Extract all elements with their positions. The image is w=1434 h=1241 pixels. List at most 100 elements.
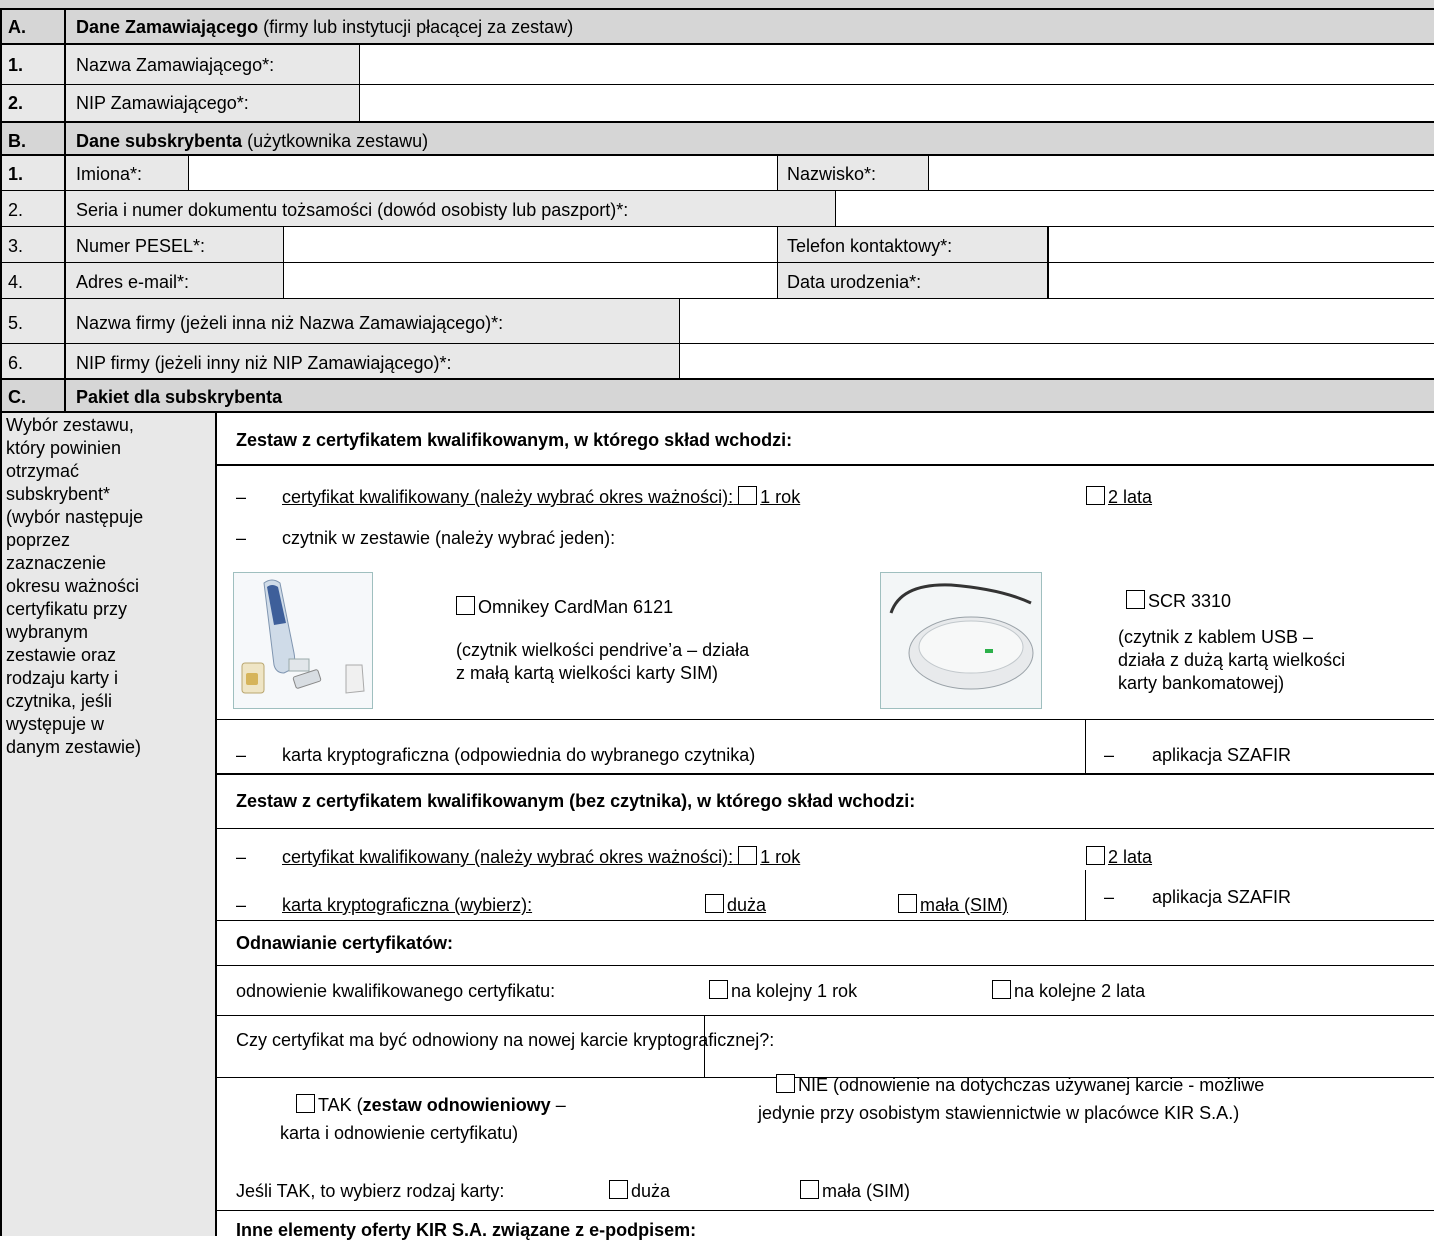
- kit2-card-small-label: mała (SIM): [920, 895, 1009, 915]
- company-nip-label: NIP firmy (jeżeli inny niż NIP Zamawiają…: [76, 353, 452, 373]
- kit2-cert-2y-checkbox[interactable]: [1086, 846, 1105, 865]
- if-yes-small-checkbox[interactable]: [800, 1180, 819, 1199]
- section-b-letter: B.: [8, 131, 26, 151]
- b6-num: 6.: [8, 353, 24, 373]
- renew-no-checkbox[interactable]: [776, 1074, 795, 1093]
- renew-label: odnowienie kwalifikowanego certyfikatu:: [236, 981, 556, 1001]
- kit2-card-dash: –: [236, 895, 247, 915]
- side-line: (wybór następuje: [6, 507, 144, 527]
- kit1-card-dash: –: [236, 745, 247, 765]
- kit2-cert-label: certyfikat kwalifikowany (należy wybrać …: [282, 847, 734, 867]
- renew-yes-label: TAK (: [318, 1095, 363, 1115]
- birthdate-field[interactable]: [1050, 264, 1432, 297]
- a2-num: 2.: [8, 93, 24, 113]
- omnikey-checkbox[interactable]: [456, 596, 475, 615]
- side-line: otrzymać: [6, 461, 80, 481]
- scr3310-checkbox[interactable]: [1126, 590, 1145, 609]
- side-line: okresu ważności: [6, 576, 140, 596]
- a1-num: 1.: [8, 55, 24, 75]
- renew-yes-checkbox[interactable]: [296, 1094, 315, 1113]
- kit1-cert-2y-label: 2 lata: [1108, 487, 1153, 507]
- if-yes-label: Jeśli TAK, to wybierz rodzaj karty:: [236, 1181, 505, 1201]
- renew-title: Odnawianie certyfikatów:: [236, 933, 454, 953]
- id-document-field[interactable]: [837, 192, 1432, 225]
- email-label: Adres e-mail*:: [76, 272, 190, 292]
- kit2-card-big: duża: [705, 894, 766, 916]
- section-a-title-bold: Dane Zamawiającego: [76, 17, 259, 37]
- renew-yes-rest: –: [550, 1095, 566, 1115]
- renew-1y-checkbox[interactable]: [709, 980, 728, 999]
- kit2-card-label: karta kryptograficzna (wybierz):: [282, 895, 533, 915]
- kit1-reader-label: czytnik w zestawie (należy wybrać jeden)…: [282, 528, 616, 548]
- renew-2y: na kolejne 2 lata: [992, 980, 1145, 1002]
- imiona-field[interactable]: [190, 157, 776, 189]
- phone-field[interactable]: [1050, 228, 1432, 261]
- zamawiajacy-name-field[interactable]: [362, 46, 1432, 82]
- omnikey-name: Omnikey CardMan 6121: [478, 597, 674, 617]
- imiona-label: Imiona*:: [76, 164, 143, 184]
- kit1-cert-dash: –: [236, 487, 247, 507]
- section-b-title: Dane subskrybenta (użytkownika zestawu): [76, 130, 428, 152]
- kit1-cert-line: certyfikat kwalifikowany (należy wybrać …: [282, 486, 800, 508]
- phone-label: Telefon kontaktowy*:: [787, 236, 953, 256]
- company-name-field[interactable]: [681, 300, 1432, 342]
- pesel-field[interactable]: [285, 228, 776, 261]
- kit2-card-small-checkbox[interactable]: [898, 894, 917, 913]
- renew-2y-checkbox[interactable]: [992, 980, 1011, 999]
- kit1-cert-2y-checkbox[interactable]: [1086, 486, 1105, 505]
- kit2-cert-line: certyfikat kwalifikowany (należy wybrać …: [282, 846, 800, 868]
- kit2-cert-2y-label: 2 lata: [1108, 847, 1153, 867]
- section-a-title-rest: (firmy lub instytucji płacącej za zestaw…: [263, 17, 574, 37]
- renew-2y-label: na kolejne 2 lata: [1014, 981, 1146, 1001]
- nazwisko-label: Nazwisko*:: [787, 164, 877, 184]
- section-b-title-rest: (użytkownika zestawu): [247, 131, 429, 151]
- kit1-cert-1y-checkbox[interactable]: [738, 486, 758, 505]
- kit2-card-small: mała (SIM): [898, 894, 1008, 916]
- section-a-letter: A.: [8, 17, 26, 37]
- if-yes-small: mała (SIM): [800, 1180, 910, 1202]
- kit2-cert-dash: –: [236, 847, 247, 867]
- b3-num: 3.: [8, 236, 24, 256]
- omnikey-desc-line: z małą kartą wielkości karty SIM): [456, 663, 719, 683]
- kit1-app-label: aplikacja SZAFIR: [1152, 745, 1292, 765]
- kit1-card-label: karta kryptograficzna (odpowiednia do wy…: [282, 745, 756, 765]
- renew-question: Czy certyfikat ma być odnowiony na nowej…: [236, 1030, 775, 1050]
- side-line: danym zestawie): [6, 737, 142, 757]
- kit2-cert-1y-checkbox[interactable]: [738, 846, 758, 865]
- kit2-title: Zestaw z certyfikatem kwalifikowanym (be…: [236, 791, 916, 811]
- section-c-title: Pakiet dla subskrybenta: [76, 387, 283, 407]
- kit1-title: Zestaw z certyfikatem kwalifikowanym, w …: [236, 430, 793, 450]
- email-field[interactable]: [285, 264, 776, 297]
- a2-label: NIP Zamawiającego*:: [76, 93, 249, 113]
- a1-label: Nazwa Zamawiającego*:: [76, 55, 275, 75]
- company-nip-field[interactable]: [681, 345, 1432, 377]
- renew-yes-bold: zestaw odnowieniowy: [362, 1095, 551, 1115]
- other-offer-title: Inne elementy oferty KIR S.A. związane z…: [236, 1220, 697, 1240]
- id-document-label: Seria i numer dokumentu tożsamości (dowó…: [76, 200, 629, 220]
- renew-yes-option: TAK (zestaw odnowieniowy –: [296, 1094, 566, 1116]
- section-a-title: Dane Zamawiającego (firmy lub instytucji…: [76, 16, 573, 38]
- omnikey-desc: (czytnik wielkości pendrive’a – działa z…: [456, 639, 749, 685]
- kit1-reader-dash: –: [236, 528, 247, 548]
- b2-num: 2.: [8, 200, 24, 220]
- renew-1y: na kolejny 1 rok: [709, 980, 857, 1002]
- zamawiajacy-nip-field[interactable]: [362, 86, 1432, 120]
- kit2-app-label: aplikacja SZAFIR: [1152, 887, 1292, 907]
- if-yes-big-label: duża: [631, 1181, 671, 1201]
- kit2-card-big-checkbox[interactable]: [705, 894, 724, 913]
- b4-num: 4.: [8, 272, 24, 292]
- scr3310-reader-image: [880, 572, 1042, 709]
- scr3310-desc-line: działa z dużą kartą wielkości: [1118, 650, 1346, 670]
- kit2-app-dash: –: [1104, 887, 1115, 907]
- section-c-letter: C.: [8, 387, 26, 407]
- scr3310-name: SCR 3310: [1148, 591, 1232, 611]
- kit2-cert-2y: 2 lata: [1086, 846, 1152, 868]
- kit1-cert-2y: 2 lata: [1086, 486, 1152, 508]
- renew-no-line2: jedynie przy osobistym stawiennictwie w …: [758, 1103, 1240, 1123]
- nazwisko-field[interactable]: [930, 157, 1432, 189]
- scr3310-desc: (czytnik z kablem USB – działa z dużą ka…: [1118, 626, 1345, 695]
- side-line: certyfikatu przy: [6, 599, 128, 619]
- kit1-cert-1y-label: 1 rok: [760, 487, 801, 507]
- if-yes-big-checkbox[interactable]: [609, 1180, 628, 1199]
- scr3310-desc-line: karty bankomatowej): [1118, 673, 1285, 693]
